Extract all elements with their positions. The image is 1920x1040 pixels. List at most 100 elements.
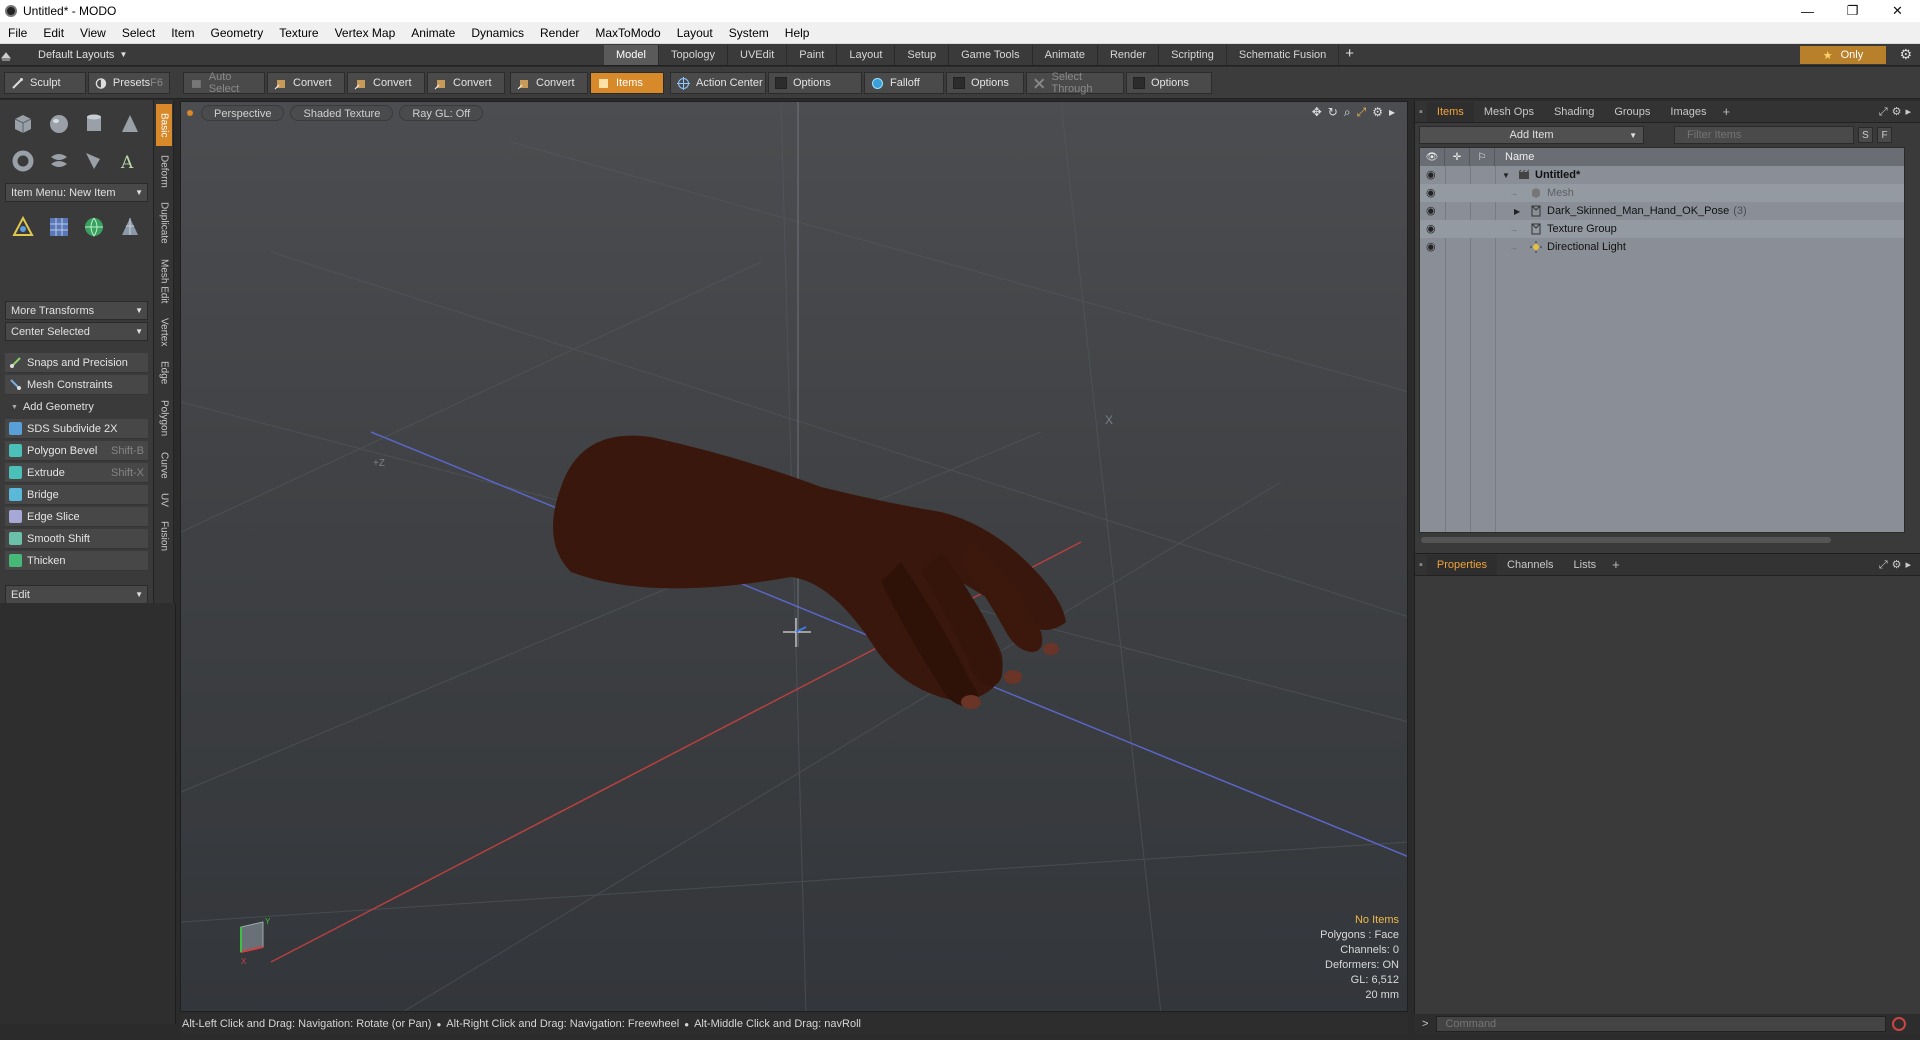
more-transforms-dropdown[interactable]: More Transforms ▼ — [5, 301, 148, 320]
eye-icon[interactable]: ◉ — [1426, 170, 1438, 181]
globe-icon[interactable] — [82, 215, 106, 239]
vtab-basic[interactable]: Basic — [156, 104, 172, 146]
cone-icon[interactable] — [118, 112, 142, 136]
snaps-precision-button[interactable]: Snaps and Precision — [5, 353, 148, 373]
eye-icon[interactable]: ◉ — [1426, 206, 1438, 217]
tree-row-mesh[interactable]: ◉ → Mesh — [1420, 184, 1904, 202]
tab-model[interactable]: Model — [604, 45, 659, 65]
menu-edit[interactable]: Edit — [35, 22, 72, 44]
add-geometry-section[interactable]: ▼ Add Geometry — [5, 397, 148, 417]
polygon-bevel-button[interactable]: Polygon Bevel Shift-B — [5, 441, 148, 461]
tab-render[interactable]: Render — [1098, 45, 1160, 65]
convert-polygons-button[interactable]: Convert — [427, 72, 505, 94]
tab-items[interactable]: Items — [1426, 101, 1474, 122]
menu-layout[interactable]: Layout — [669, 22, 721, 44]
tab-setup[interactable]: Setup — [895, 45, 950, 65]
sculpt-button[interactable]: Sculpt — [4, 72, 86, 94]
options-checkbox[interactable] — [953, 77, 965, 89]
menu-select[interactable]: Select — [114, 22, 163, 44]
raygl-button[interactable]: Ray GL: Off — [399, 105, 484, 121]
panel-options-icons[interactable]: ⤢⚙▸ — [1879, 105, 1915, 119]
minimize-button[interactable]: — — [1785, 0, 1830, 22]
menu-item[interactable]: Item — [163, 22, 202, 44]
smooth-shift-button[interactable]: Smooth Shift — [5, 529, 148, 549]
layout-menu-icon[interactable] — [0, 49, 12, 61]
convert-vertices-button[interactable]: Convert — [267, 72, 345, 94]
panel-menu-icon[interactable]: ▪ — [1415, 102, 1427, 122]
tab-properties[interactable]: Properties — [1426, 554, 1498, 575]
shading-mode-button[interactable]: Shaded Texture — [290, 105, 394, 121]
menu-animate[interactable]: Animate — [403, 22, 463, 44]
f-filter-button[interactable]: F — [1877, 127, 1892, 143]
fit-icon[interactable]: ⤢ — [1357, 105, 1367, 120]
edit-dropdown[interactable]: Edit ▼ — [5, 585, 148, 604]
extrude-button[interactable]: Extrude Shift-X — [5, 463, 148, 483]
menu-view[interactable]: View — [72, 22, 114, 44]
falloff-button[interactable]: Falloff — [864, 72, 944, 94]
tab-animate[interactable]: Animate — [1033, 45, 1098, 65]
render-column-icon[interactable]: ⚐ — [1470, 148, 1495, 166]
menu-dynamics[interactable]: Dynamics — [463, 22, 532, 44]
auto-select-button[interactable]: Auto Select — [183, 71, 265, 95]
tree-row-hand-group[interactable]: ◉ ▶ Dark_Skinned_Man_Hand_OK_Pose (3) — [1420, 202, 1904, 220]
vtab-polygon[interactable]: Polygon — [156, 394, 172, 442]
s-filter-button[interactable]: S — [1858, 127, 1873, 143]
add-layout-tab-button[interactable]: + — [1339, 45, 1360, 65]
tab-shading[interactable]: Shading — [1544, 102, 1604, 122]
pyramid-icon[interactable] — [118, 215, 142, 239]
visibility-column-icon[interactable]: 👁 — [1420, 148, 1445, 166]
tab-uvedit[interactable]: UVEdit — [728, 45, 788, 65]
bridge-button[interactable]: Bridge — [5, 485, 148, 505]
items-mode-button[interactable]: Items — [590, 72, 664, 94]
edge-slice-button[interactable]: Edge Slice — [5, 507, 148, 527]
command-input[interactable] — [1436, 1016, 1887, 1032]
vtab-deform[interactable]: Deform — [156, 150, 172, 192]
vtab-curve[interactable]: Curve — [156, 446, 172, 484]
menu-help[interactable]: Help — [777, 22, 818, 44]
filter-items-input[interactable] — [1674, 126, 1854, 144]
select-through-button[interactable]: Select Through — [1026, 71, 1124, 95]
record-macro-icon[interactable] — [1892, 1017, 1907, 1031]
menu-maxtomodo[interactable]: MaxToModo — [587, 22, 668, 44]
options-checkbox[interactable] — [1133, 77, 1145, 89]
grid-mesh-icon[interactable] — [47, 215, 71, 239]
viewport-menu-dot[interactable] — [187, 110, 193, 116]
eye-icon[interactable]: ◉ — [1426, 188, 1438, 199]
hand-model[interactable] — [553, 435, 1066, 709]
convert-items-button[interactable]: Convert — [510, 72, 588, 94]
tab-images[interactable]: Images — [1660, 102, 1716, 122]
falloff-options-button[interactable]: Options — [946, 72, 1024, 94]
rotate-icon[interactable]: ↻ — [1328, 105, 1338, 120]
presets-button[interactable]: Presets F6 — [88, 72, 170, 94]
vtab-edge[interactable]: Edge — [156, 356, 172, 390]
add-tab-button[interactable]: + — [1606, 557, 1626, 572]
gear-icon[interactable]: ⚙ — [1899, 46, 1912, 63]
menu-vertex-map[interactable]: Vertex Map — [327, 22, 404, 44]
scrollbar-thumb[interactable] — [1421, 537, 1831, 543]
panel-options-icons[interactable]: ⤢⚙▸ — [1879, 558, 1915, 572]
tab-schematic-fusion[interactable]: Schematic Fusion — [1227, 45, 1340, 65]
vtab-uv[interactable]: UV — [156, 488, 172, 512]
vtab-fusion[interactable]: Fusion — [156, 516, 172, 556]
pen-tool-icon[interactable] — [82, 149, 106, 173]
tab-channels[interactable]: Channels — [1497, 555, 1563, 575]
vtab-vertex[interactable]: Vertex — [156, 312, 172, 352]
locator-icon[interactable] — [11, 215, 35, 239]
torus-icon[interactable] — [11, 149, 35, 173]
tab-topology[interactable]: Topology — [659, 45, 729, 65]
expand-arrow-icon[interactable]: ▸ — [1389, 105, 1395, 120]
tab-paint[interactable]: Paint — [787, 45, 838, 65]
action-center-options-button[interactable]: Options — [768, 72, 862, 94]
cube-icon[interactable] — [11, 112, 35, 136]
thicken-button[interactable]: Thicken — [5, 551, 148, 571]
layout-dropdown[interactable]: Default Layouts ▼ — [20, 49, 180, 61]
add-tab-button[interactable]: + — [1716, 104, 1736, 119]
menu-texture[interactable]: Texture — [271, 22, 326, 44]
cylinder-icon[interactable] — [82, 112, 106, 136]
perspective-view-button[interactable]: Perspective — [201, 105, 285, 121]
panel-menu-icon[interactable]: ▪ — [1415, 555, 1427, 575]
vtab-duplicate[interactable]: Duplicate — [156, 196, 172, 250]
tab-groups[interactable]: Groups — [1604, 102, 1660, 122]
capsule-icon[interactable] — [47, 149, 71, 173]
pan-icon[interactable]: ✥ — [1312, 105, 1322, 120]
